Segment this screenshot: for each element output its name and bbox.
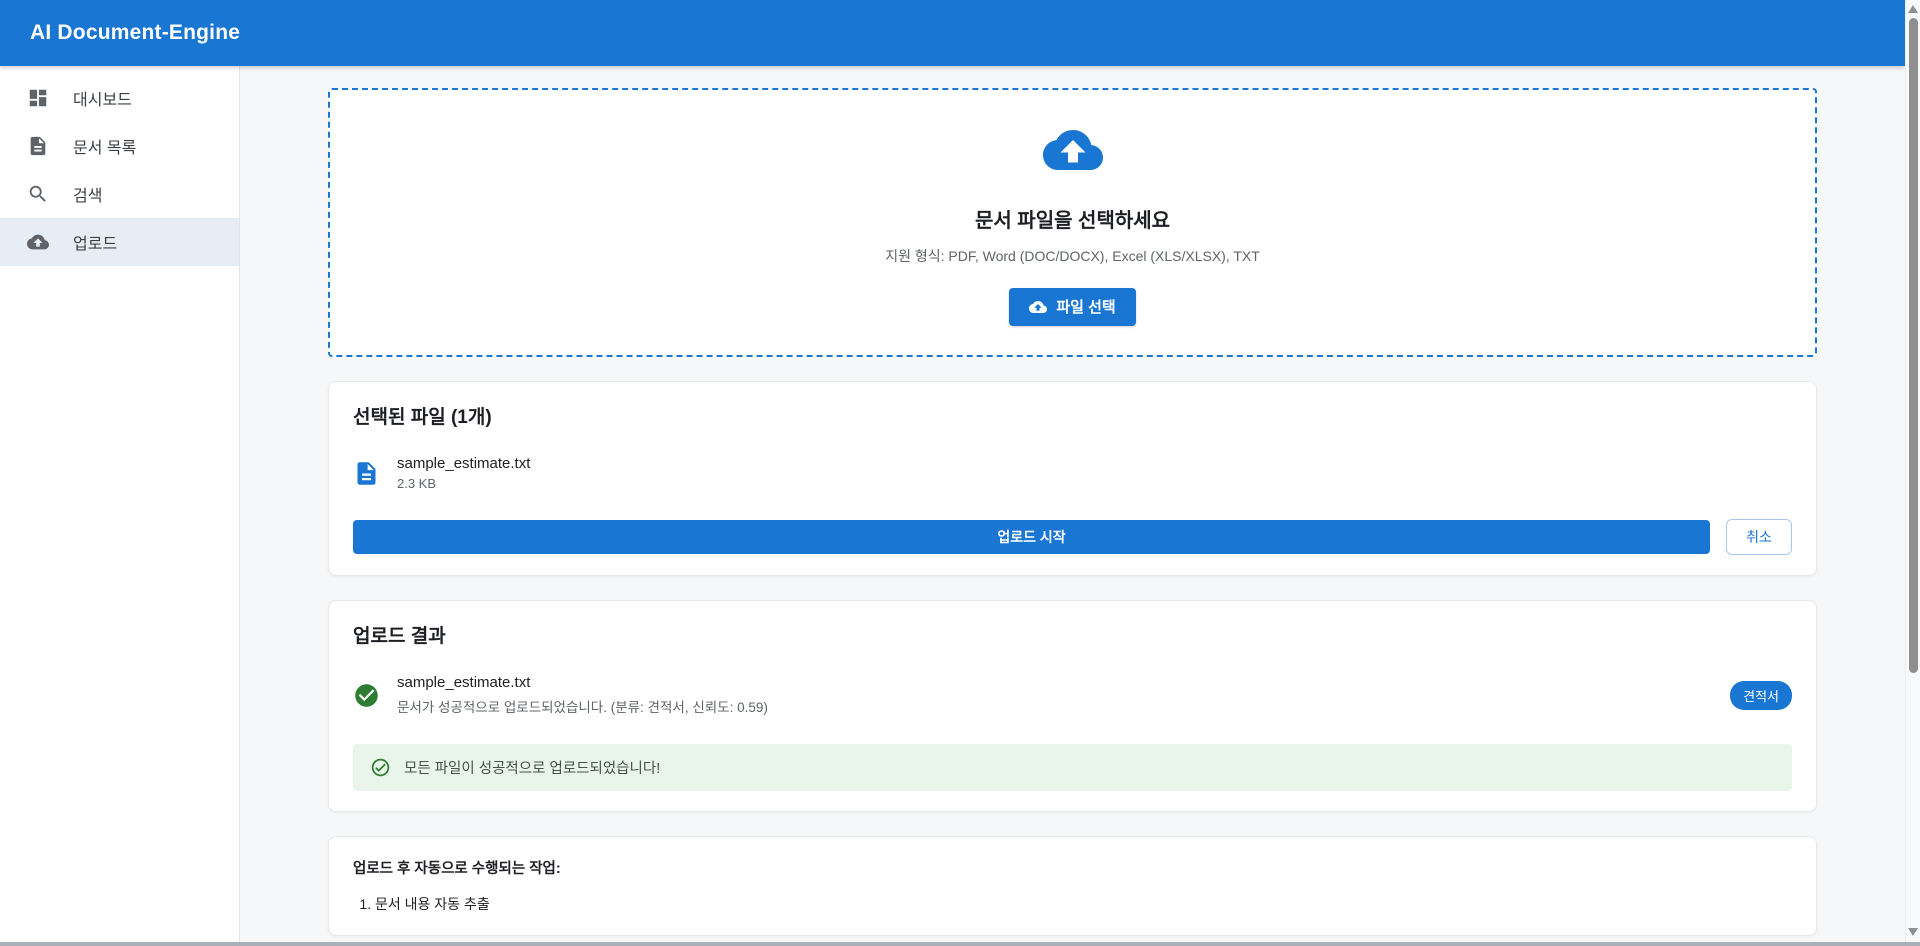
sidebar-item-label: 대시보드 <box>73 86 132 110</box>
sidebar-item-label: 문서 목록 <box>73 134 136 158</box>
sidebar-item-dashboard[interactable]: 대시보드 <box>0 74 239 122</box>
sidebar: 대시보드 문서 목록 검색 업로드 <box>0 66 240 946</box>
vertical-scrollbar[interactable] <box>1905 0 1920 942</box>
selected-files-title: 선택된 파일 (1개) <box>353 402 1792 429</box>
scroll-up-arrow-icon[interactable] <box>1908 5 1918 13</box>
sidebar-item-label: 검색 <box>73 182 102 206</box>
success-alert: 모든 파일이 성공적으로 업로드되었습니다! <box>353 744 1792 791</box>
choose-file-button[interactable]: 파일 선택 <box>1009 288 1135 326</box>
cancel-button[interactable]: 취소 <box>1726 519 1792 555</box>
vertical-scrollbar-thumb[interactable] <box>1909 18 1918 673</box>
classification-badge: 견적서 <box>1730 681 1792 710</box>
file-document-icon <box>353 460 380 487</box>
post-upload-card: 업로드 후 자동으로 수행되는 작업: 문서 내용 자동 추출 <box>328 836 1817 936</box>
scroll-down-arrow-icon[interactable] <box>1908 928 1918 936</box>
search-icon <box>27 183 49 205</box>
check-circle-icon <box>353 682 380 709</box>
post-upload-steps: 문서 내용 자동 추출 <box>353 894 1792 915</box>
sidebar-item-search[interactable]: 검색 <box>0 170 239 218</box>
app-title: AI Document-Engine <box>30 21 240 45</box>
horizontal-scrollbar[interactable] <box>0 942 1920 946</box>
document-list-icon <box>27 135 49 157</box>
upload-results-title: 업로드 결과 <box>353 621 1792 648</box>
file-size: 2.3 KB <box>397 476 530 491</box>
success-alert-text: 모든 파일이 성공적으로 업로드되었습니다! <box>404 757 660 778</box>
sidebar-item-label: 업로드 <box>73 230 117 254</box>
dropzone-heading: 문서 파일을 선택하세요 <box>975 204 1170 233</box>
post-upload-step: 문서 내용 자동 추출 <box>375 894 1792 915</box>
selected-file-row: sample_estimate.txt 2.3 KB <box>353 455 1792 491</box>
upload-results-card: 업로드 결과 sample_estimate.txt 문서가 성공적으로 업로드… <box>328 600 1817 812</box>
choose-file-label: 파일 선택 <box>1056 296 1115 317</box>
dashboard-icon <box>27 87 49 109</box>
upload-cloud-icon <box>1043 120 1103 180</box>
upload-result-row: sample_estimate.txt 문서가 성공적으로 업로드되었습니다. … <box>353 674 1792 716</box>
upload-cloud-icon <box>27 231 49 253</box>
upload-cloud-icon <box>1029 298 1047 316</box>
dropzone-supported-formats: 지원 형식: PDF, Word (DOC/DOCX), Excel (XLS/… <box>885 246 1260 266</box>
app-header: AI Document-Engine <box>0 0 1905 66</box>
check-circle-outline-icon <box>370 757 391 778</box>
selected-files-card: 선택된 파일 (1개) sample_estimate.txt 2.3 KB 업… <box>328 381 1817 576</box>
file-name: sample_estimate.txt <box>397 455 530 472</box>
post-upload-title: 업로드 후 자동으로 수행되는 작업: <box>353 857 1792 878</box>
sidebar-item-upload[interactable]: 업로드 <box>0 218 239 266</box>
start-upload-button[interactable]: 업로드 시작 <box>353 520 1710 554</box>
upload-dropzone[interactable]: 문서 파일을 선택하세요 지원 형식: PDF, Word (DOC/DOCX)… <box>328 88 1817 357</box>
main-content: 문서 파일을 선택하세요 지원 형식: PDF, Word (DOC/DOCX)… <box>240 66 1905 946</box>
sidebar-item-document-list[interactable]: 문서 목록 <box>0 122 239 170</box>
result-file-name: sample_estimate.txt <box>397 674 768 691</box>
result-message: 문서가 성공적으로 업로드되었습니다. (분류: 견적서, 신뢰도: 0.59) <box>397 696 768 716</box>
